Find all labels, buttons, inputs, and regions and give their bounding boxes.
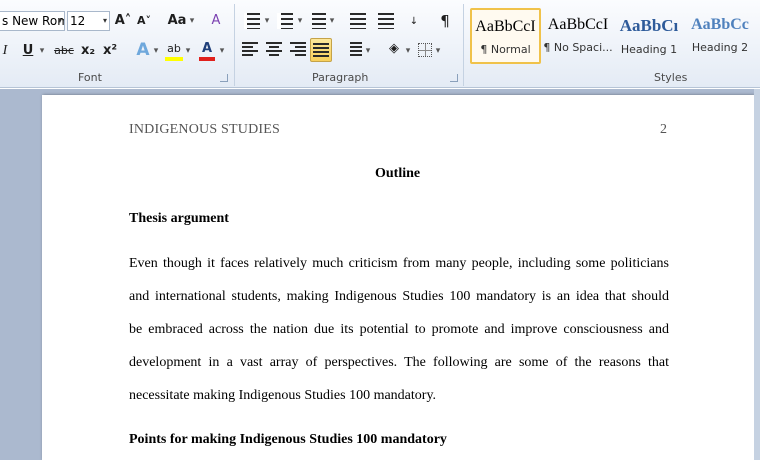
- paragraph-line: development in a vast array of perspecti…: [129, 355, 669, 370]
- style-preview: AaBbCı: [619, 16, 679, 35]
- italic-button[interactable]: I: [0, 40, 10, 62]
- numbering-button[interactable]: [277, 13, 295, 29]
- chevron-down-icon[interactable]: ▾: [263, 10, 271, 32]
- align-left-button[interactable]: [242, 42, 260, 58]
- chevron-down-icon[interactable]: ▾: [152, 40, 160, 62]
- running-header: INDIGENOUS STUDIES: [129, 122, 280, 137]
- font-group-label: Font: [78, 71, 102, 84]
- style-preview: AaBbCcI: [547, 16, 609, 33]
- style-name: ¶ Normal: [480, 43, 531, 56]
- subscript-button[interactable]: x₂: [80, 40, 96, 62]
- grow-font-button[interactable]: A˄: [114, 10, 132, 32]
- chevron-down-icon[interactable]: ▾: [184, 40, 192, 62]
- borders-icon: [418, 43, 432, 57]
- align-left-icon: [242, 42, 258, 56]
- decrease-indent-button[interactable]: [350, 13, 368, 29]
- points-heading: Points for making Indigenous Studies 100…: [129, 432, 447, 447]
- strikethrough-button[interactable]: abc: [52, 40, 76, 62]
- multilevel-list-icon: [312, 13, 326, 29]
- clear-format-icon: A: [211, 13, 221, 28]
- bullets-button[interactable]: [244, 13, 264, 29]
- text-effects-button[interactable]: A: [134, 39, 152, 61]
- paragraph-group-label: Paragraph: [312, 71, 369, 84]
- superscript-button[interactable]: x²: [102, 40, 118, 62]
- chevron-down-icon[interactable]: ▾: [296, 10, 304, 32]
- font-name-combo[interactable]: s New Rom ▾: [0, 11, 65, 31]
- thesis-heading: Thesis argument: [129, 211, 229, 226]
- style-preview: AaBbCcI: [475, 18, 536, 35]
- justify-button[interactable]: [310, 38, 332, 62]
- style-heading-1[interactable]: AaBbCı Heading 1: [616, 8, 682, 64]
- align-center-button[interactable]: [266, 42, 284, 58]
- vertical-scrollbar[interactable]: [754, 89, 760, 460]
- group-divider: [234, 4, 235, 86]
- chevron-down-icon[interactable]: ▾: [188, 10, 196, 32]
- style-name: Heading 1: [620, 43, 678, 56]
- sort-icon: ↓: [409, 16, 419, 27]
- chevron-down-icon[interactable]: ▾: [328, 10, 336, 32]
- chevron-down-icon[interactable]: ▾: [103, 12, 107, 30]
- align-right-icon: [290, 42, 306, 56]
- highlight-button[interactable]: ab: [164, 38, 184, 61]
- decrease-indent-icon: [350, 13, 366, 29]
- paragraph-line: Even though it faces relatively much cri…: [129, 256, 669, 271]
- justify-icon: [313, 43, 329, 57]
- sort-button[interactable]: ↓: [406, 10, 422, 32]
- document-title: Outline: [375, 166, 421, 181]
- font-size-value: 12: [70, 14, 86, 28]
- font-dialog-launcher-icon[interactable]: [220, 74, 228, 82]
- group-divider: [463, 4, 464, 86]
- chevron-down-icon[interactable]: ▾: [364, 40, 372, 62]
- style-name: Heading 2: [691, 41, 749, 54]
- page-number: 2: [660, 122, 667, 137]
- bullet-list-icon: [244, 13, 260, 29]
- chevron-down-icon[interactable]: ▾: [404, 40, 412, 62]
- numbered-list-icon: [277, 13, 293, 29]
- highlighter-icon: ab: [167, 42, 181, 55]
- styles-group-label: Styles: [654, 71, 688, 84]
- chevron-down-icon[interactable]: ▾: [38, 40, 46, 62]
- style-preview: AaBbCc: [691, 16, 749, 33]
- multilevel-list-button[interactable]: [310, 13, 328, 29]
- borders-button[interactable]: [418, 43, 432, 57]
- chevron-down-icon[interactable]: ▾: [218, 40, 226, 62]
- increase-indent-icon: [378, 13, 394, 29]
- change-case-button[interactable]: Aa: [166, 10, 188, 32]
- increase-indent-button[interactable]: [378, 13, 396, 29]
- document-page[interactable]: [42, 95, 754, 460]
- style-no-spacing[interactable]: AaBbCcI ¶ No Spaci...: [543, 8, 613, 64]
- style-heading-2[interactable]: AaBbCc Heading 2: [686, 8, 754, 64]
- chevron-down-icon[interactable]: ▾: [434, 40, 442, 62]
- shrink-font-button[interactable]: A˅: [135, 10, 153, 32]
- paragraph-line: be embraced across the nation due its po…: [129, 322, 669, 337]
- font-color-bar: [199, 57, 215, 61]
- style-name: ¶ No Spaci...: [543, 41, 613, 54]
- line-spacing-button[interactable]: [346, 42, 364, 58]
- show-formatting-marks-button[interactable]: ¶: [436, 10, 454, 32]
- font-name-value: s New Rom: [2, 14, 65, 28]
- paint-bucket-icon: ◈: [389, 41, 399, 56]
- clear-formatting-button[interactable]: A: [206, 10, 226, 32]
- shading-button[interactable]: ◈: [384, 38, 404, 60]
- paragraph-line: necessitate making Indigenous Studies 10…: [129, 388, 437, 403]
- highlight-color-bar: [165, 57, 183, 61]
- style-normal[interactable]: AaBbCcI ¶ Normal: [470, 8, 541, 64]
- underline-button[interactable]: U: [20, 40, 36, 62]
- align-right-button[interactable]: [290, 42, 308, 58]
- paragraph-dialog-launcher-icon[interactable]: [450, 74, 458, 82]
- font-color-icon: A: [201, 41, 213, 56]
- ribbon: s New Rom ▾ 12 ▾ A˄ A˅ Aa ▾ A I U ▾ abc …: [0, 0, 760, 88]
- chevron-down-icon[interactable]: ▾: [58, 12, 62, 30]
- paragraph-line: and international students, making Indig…: [129, 289, 669, 304]
- font-size-combo[interactable]: 12 ▾: [67, 11, 110, 31]
- align-center-icon: [266, 42, 282, 56]
- font-color-button[interactable]: A: [198, 38, 216, 61]
